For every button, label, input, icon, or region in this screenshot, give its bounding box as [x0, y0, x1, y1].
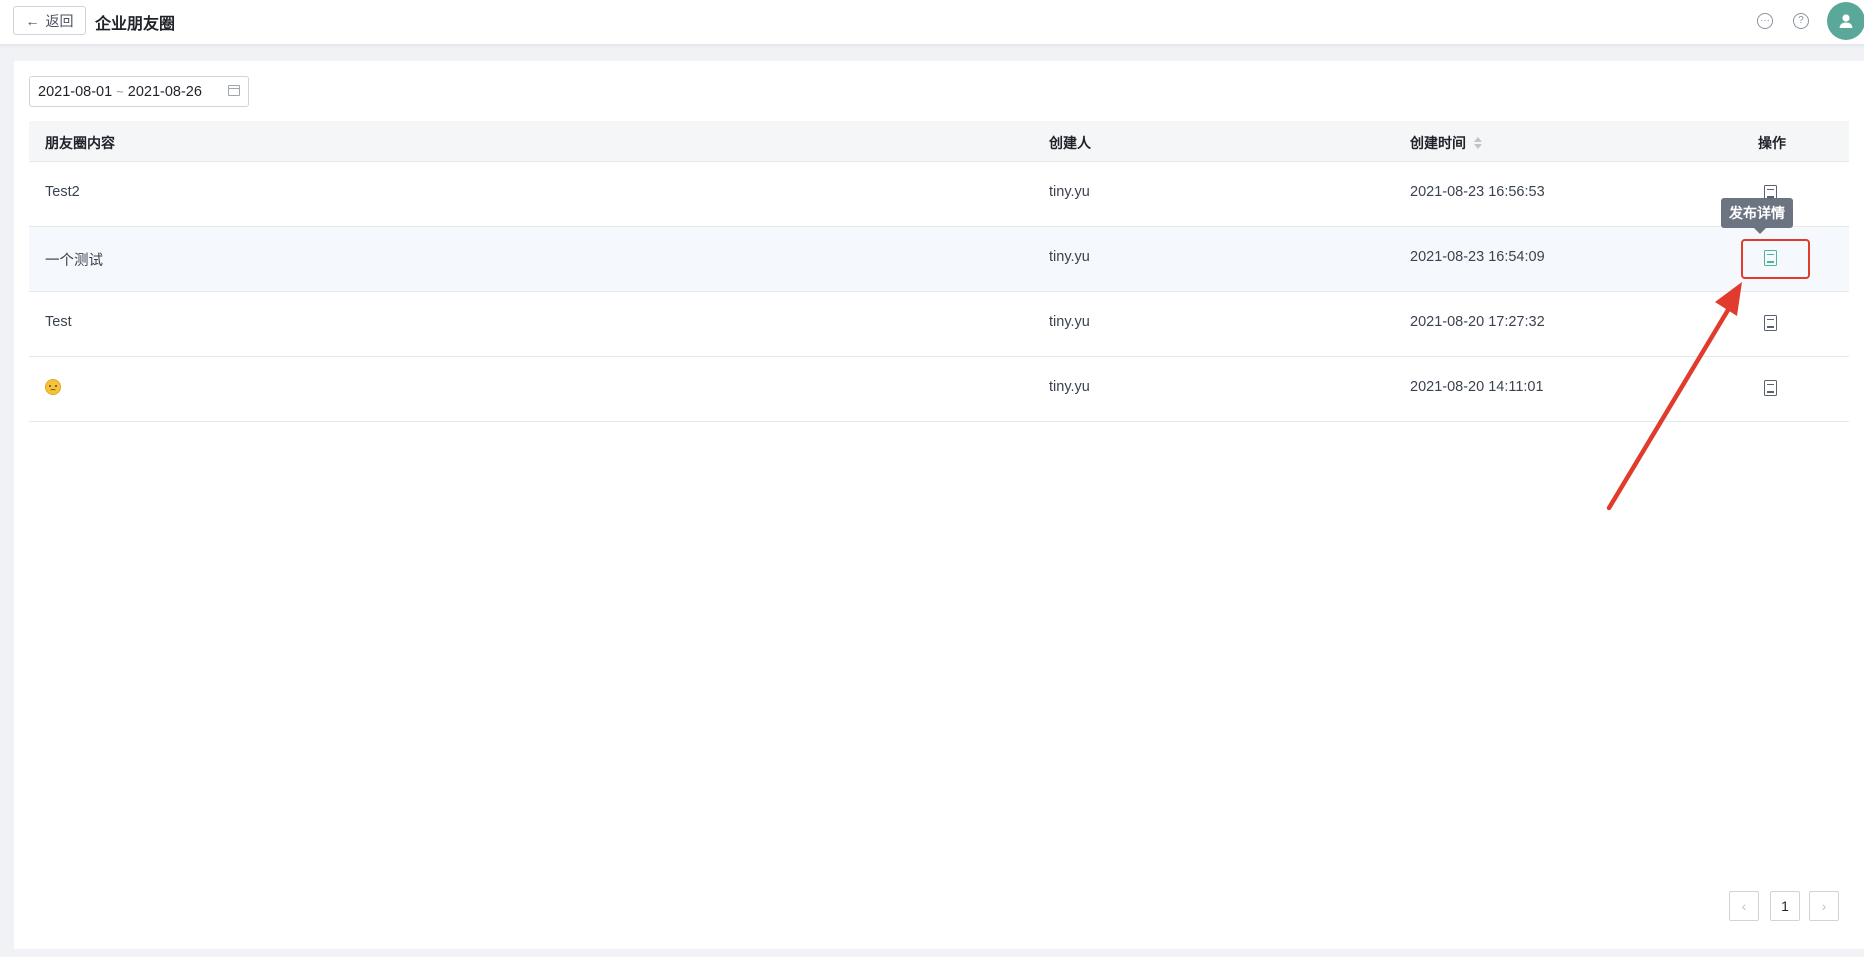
table-row: Test tiny.yu 2021-08-20 17:27:32 [29, 292, 1849, 357]
cell-content: Test [45, 314, 72, 330]
cell-content: Test2 [45, 184, 80, 200]
date-range-picker[interactable]: 2021-08-01 ~ 2021-08-26 [29, 76, 249, 107]
back-button[interactable]: ← 返回 [13, 6, 86, 35]
tooltip: 发布详情 [1721, 198, 1793, 234]
cell-content-emoji: 🙃 [45, 379, 61, 399]
upside-down-face-icon [45, 379, 61, 395]
user-icon [1839, 14, 1853, 28]
calendar-icon [228, 85, 240, 96]
cell-time: 2021-08-20 17:27:32 [1410, 314, 1545, 330]
cell-content: 一个测试 [45, 253, 103, 269]
publish-details-icon[interactable] [1764, 315, 1777, 331]
prev-page-button[interactable]: ‹ [1729, 891, 1759, 921]
cell-creator: tiny.yu [1049, 379, 1090, 395]
annotation-highlight-box [1741, 239, 1810, 279]
cell-creator: tiny.yu [1049, 249, 1090, 265]
cell-time: 2021-08-23 16:54:09 [1410, 249, 1545, 265]
table-row: 🙃 tiny.yu 2021-08-20 14:11:01 [29, 357, 1849, 422]
table-row: Test2 tiny.yu 2021-08-23 16:56:53 [29, 162, 1849, 227]
cell-time: 2021-08-20 14:11:01 [1410, 379, 1544, 395]
column-header-actions: 操作 [1758, 135, 1786, 151]
column-header-creator: 创建人 [1049, 135, 1091, 151]
page-title: 企业朋友圈 [95, 16, 176, 33]
avatar[interactable] [1827, 2, 1864, 40]
column-header-time-label: 创建时间 [1410, 135, 1466, 151]
next-page-button[interactable]: › [1809, 891, 1839, 921]
top-bar: ← 返回 企业朋友圈 ··· ? [0, 0, 1864, 45]
cell-creator: tiny.yu [1049, 184, 1090, 200]
column-header-time[interactable]: 创建时间 [1410, 133, 1482, 153]
date-end: 2021-08-26 [127, 83, 202, 100]
help-icon[interactable]: ? [1793, 13, 1809, 29]
sort-icon[interactable] [1474, 136, 1482, 150]
moments-table: 朋友圈内容 创建人 创建时间 操作 Test2 tiny.yu 2021-08-… [29, 121, 1849, 422]
cell-creator: tiny.yu [1049, 314, 1090, 330]
table-row: 一个测试 tiny.yu 2021-08-23 16:54:09 [29, 227, 1849, 292]
page-number-button[interactable]: 1 [1770, 891, 1800, 921]
publish-details-icon[interactable] [1764, 380, 1777, 396]
date-start: 2021-08-01 [38, 83, 113, 100]
cell-time: 2021-08-23 16:56:53 [1410, 184, 1545, 200]
arrow-left-icon: ← [25, 12, 40, 29]
column-header-content: 朋友圈内容 [45, 135, 115, 151]
table-header: 朋友圈内容 创建人 创建时间 操作 [29, 121, 1849, 162]
chat-icon[interactable]: ··· [1757, 13, 1773, 29]
back-label: 返回 [45, 12, 74, 29]
date-separator: ~ [116, 84, 124, 99]
